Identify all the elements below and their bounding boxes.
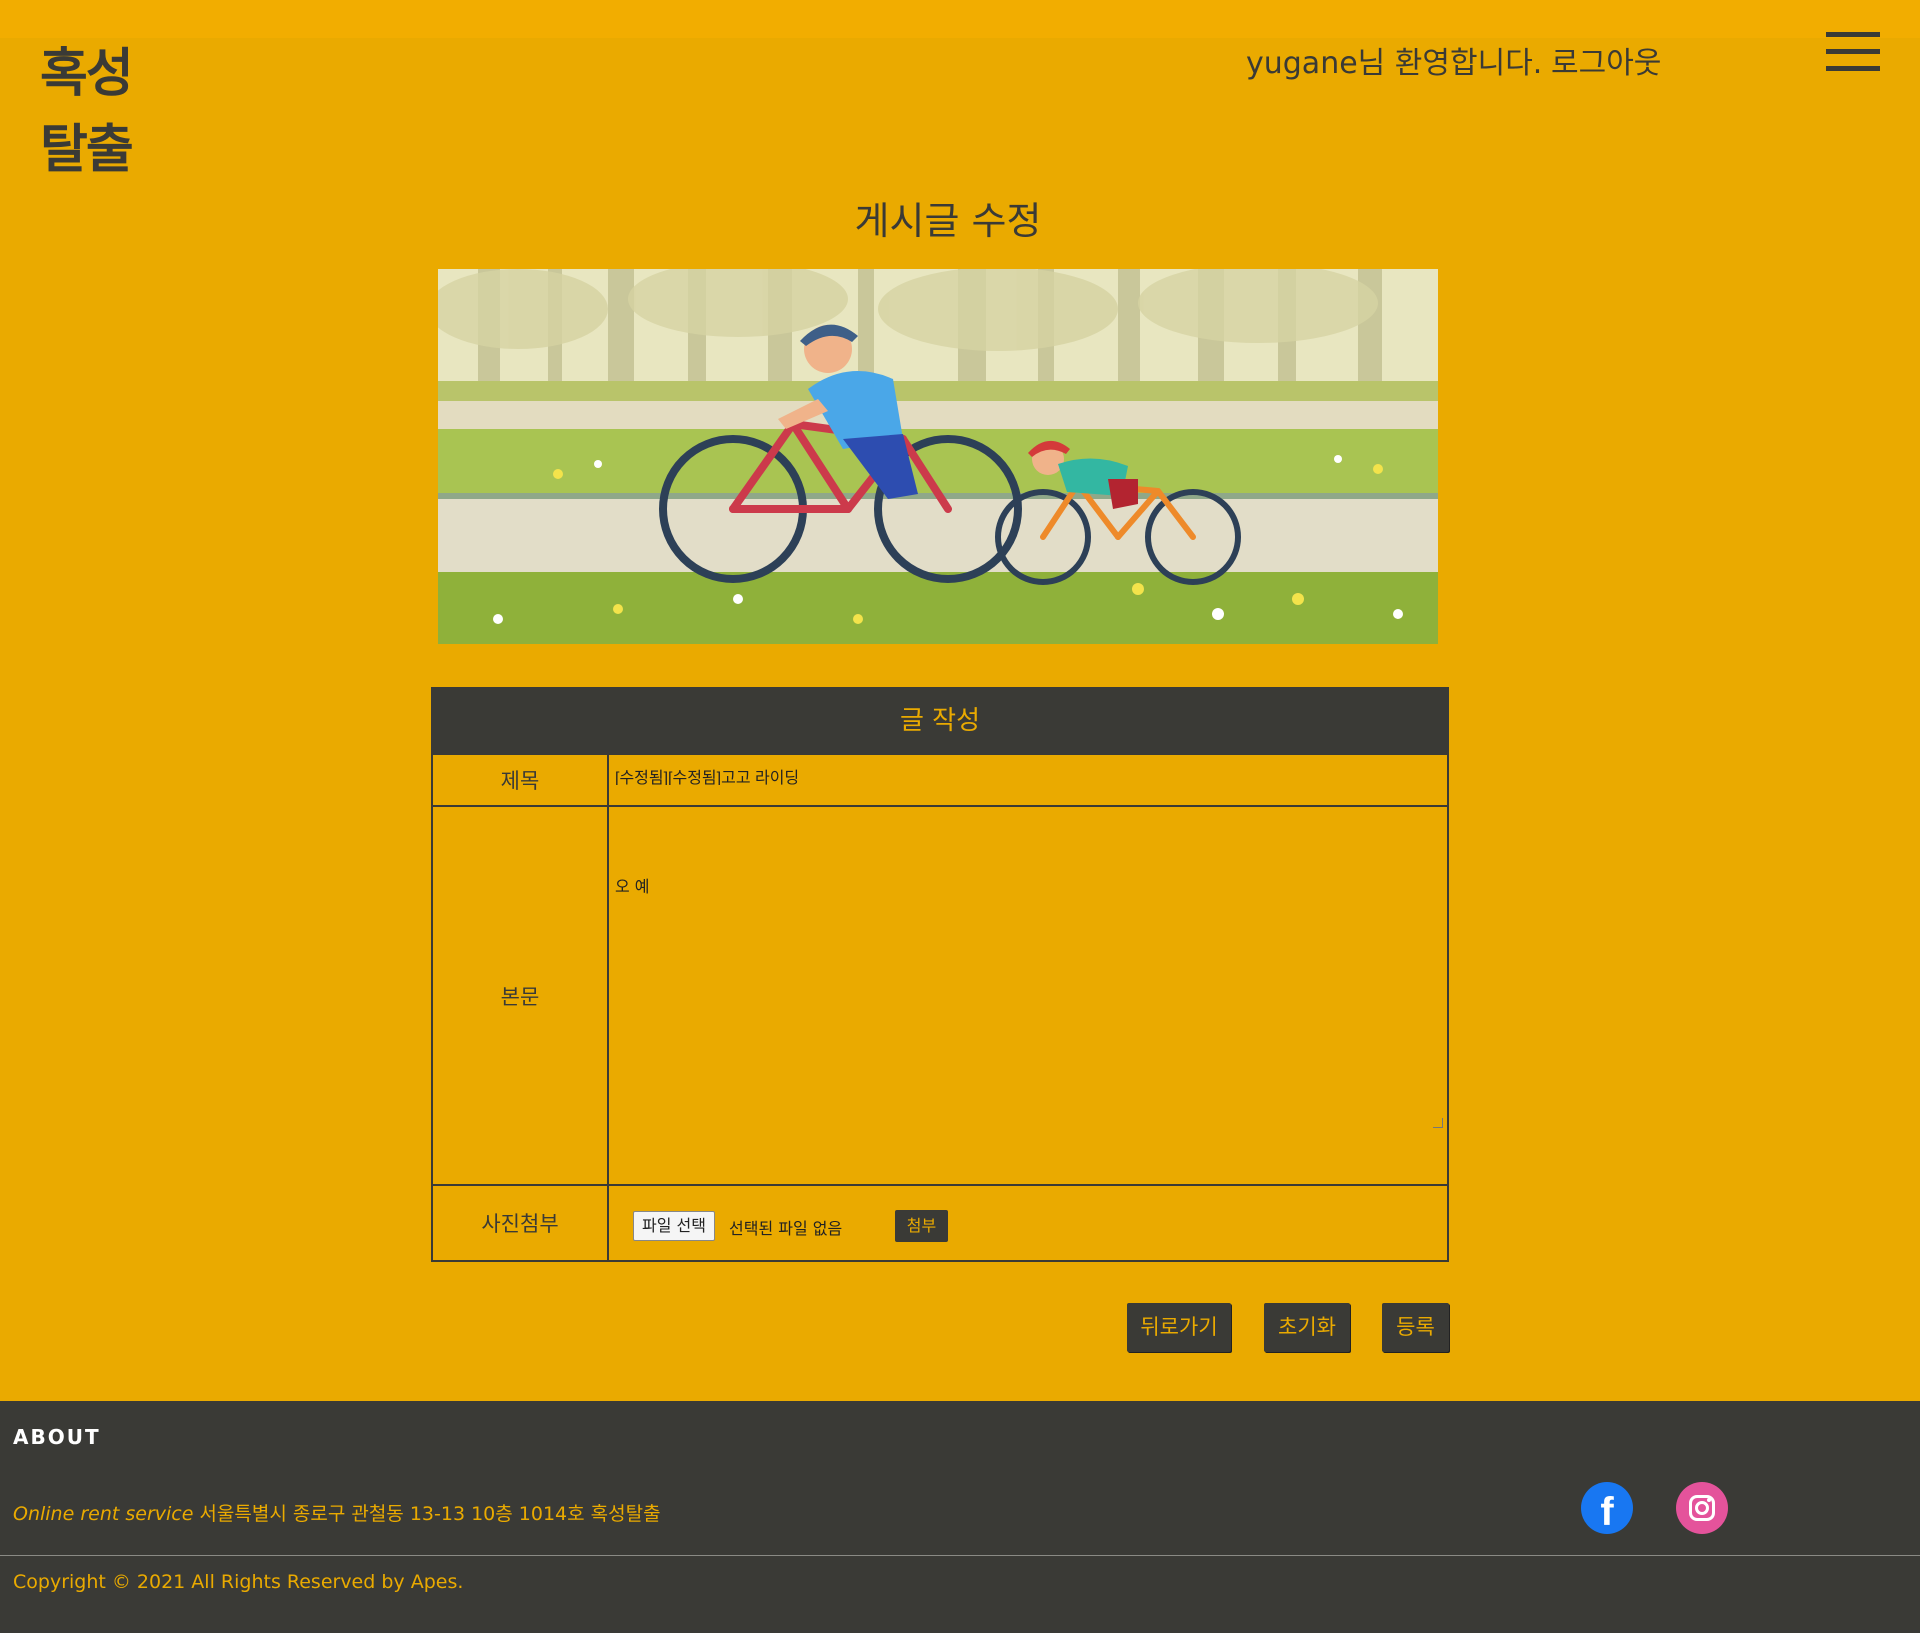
footer-divider <box>0 1555 1920 1556</box>
footer-about-heading: ABOUT <box>13 1425 101 1449</box>
hamburger-bar <box>1826 32 1880 37</box>
file-cell: 파일 선택 선택된 파일 없음 첨부 <box>609 1186 1447 1260</box>
footer-service-label: Online rent service <box>13 1503 194 1525</box>
hamburger-bar <box>1826 66 1880 71</box>
hero-illustration <box>438 269 1438 644</box>
footer-copyright: Copyright © 2021 All Rights Reserved by … <box>13 1571 464 1593</box>
hamburger-bar <box>1826 49 1880 54</box>
post-edit-form: 글 작성 제목 본문 오 예 사진첨부 파일 선택 선택된 파일 없음 첨부 <box>431 687 1449 1262</box>
file-label: 사진첨부 <box>433 1186 609 1260</box>
body-textarea[interactable]: 오 예 <box>609 807 1447 1184</box>
body-row: 본문 오 예 <box>433 805 1447 1184</box>
body-text: 오 예 <box>615 877 650 896</box>
form-heading: 글 작성 <box>433 689 1447 753</box>
logo-line-2: 탈출 <box>40 120 134 180</box>
logout-link[interactable]: 로그아웃 <box>1551 38 1661 82</box>
instagram-lens <box>1695 1501 1709 1515</box>
attach-button[interactable]: 첨부 <box>895 1210 948 1242</box>
submit-button[interactable]: 등록 <box>1382 1303 1449 1352</box>
instagram-dot <box>1707 1498 1711 1502</box>
hamburger-icon[interactable] <box>1826 32 1880 72</box>
file-status: 선택된 파일 없음 <box>729 1219 843 1238</box>
resize-grip-icon[interactable] <box>1433 1118 1443 1128</box>
back-button[interactable]: 뒤로가기 <box>1127 1303 1231 1352</box>
title-cell <box>609 755 1447 805</box>
file-select-button[interactable]: 파일 선택 <box>633 1211 715 1241</box>
title-input[interactable] <box>615 767 1415 785</box>
title-label: 제목 <box>433 755 609 805</box>
file-row: 사진첨부 파일 선택 선택된 파일 없음 첨부 <box>433 1184 1447 1260</box>
footer-address: Online rent service 서울특별시 종로구 관철동 13-13 1… <box>13 1499 661 1526</box>
footer-address-text: 서울특별시 종로구 관철동 13-13 10층 1014호 혹성탈출 <box>199 1503 661 1525</box>
site-logo[interactable]: 혹성 탈출 <box>40 36 134 188</box>
body-label: 본문 <box>433 807 609 1184</box>
instagram-icon[interactable] <box>1676 1482 1728 1534</box>
facebook-icon[interactable]: f <box>1581 1482 1633 1534</box>
reset-button[interactable]: 초기화 <box>1264 1303 1350 1352</box>
welcome-message: yugane님 환영합니다. <box>1246 46 1543 81</box>
logo-line-1: 혹성 <box>40 44 134 104</box>
title-row: 제목 <box>433 753 1447 805</box>
facebook-glyph: f <box>1600 1490 1614 1534</box>
header-bar <box>0 0 1920 38</box>
footer: ABOUT Online rent service 서울특별시 종로구 관철동 1… <box>0 1401 1920 1633</box>
page-title: 게시글 수정 <box>854 199 1042 243</box>
